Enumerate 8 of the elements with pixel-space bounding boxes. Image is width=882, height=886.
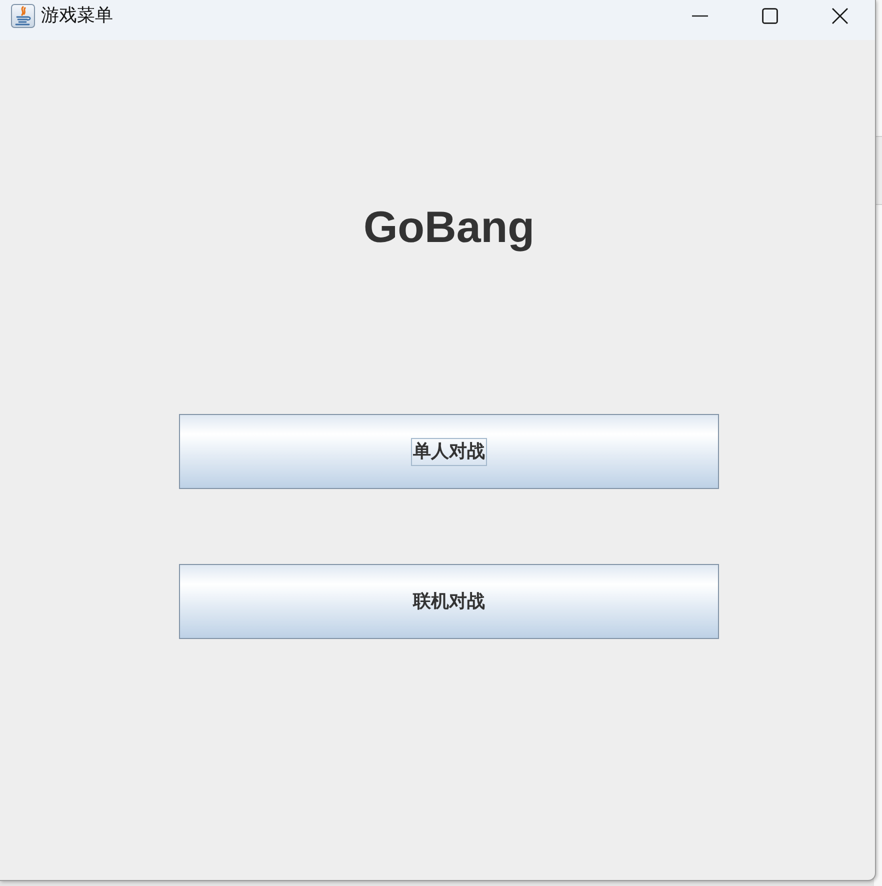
window-title: 游戏菜单 <box>41 4 113 26</box>
menu-button[interactable]: 单人对战 <box>179 414 719 489</box>
cup-icon <box>11 4 35 28</box>
menu-button[interactable]: 联机对战 <box>179 564 719 639</box>
close-icon <box>832 8 848 24</box>
game-title: GoBang <box>363 202 535 254</box>
minimize-icon <box>692 15 708 17</box>
maximize-icon <box>762 8 778 24</box>
